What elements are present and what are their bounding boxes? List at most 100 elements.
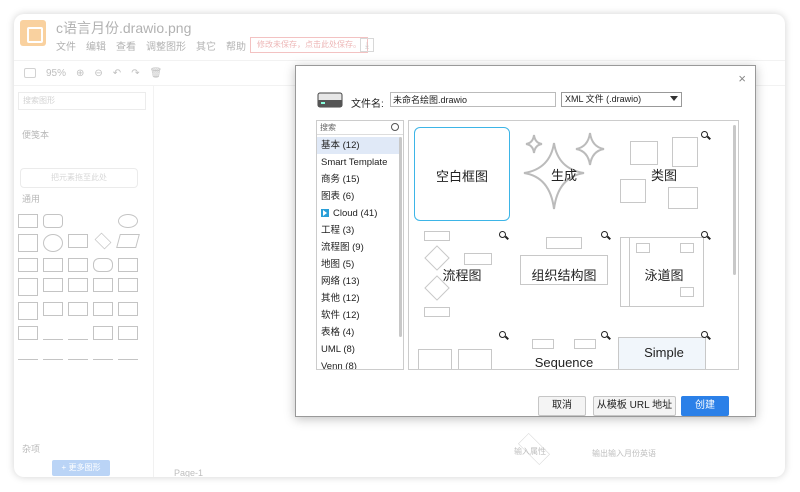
category-search-input[interactable]: 搜索 <box>317 121 403 135</box>
template-sequence[interactable]: Sequence <box>516 327 612 369</box>
category-item-other[interactable]: 其他 (12) <box>317 290 401 307</box>
create-button[interactable]: 创建 <box>681 396 729 416</box>
shape-item[interactable] <box>94 232 112 250</box>
page-tab[interactable]: Page-1 <box>174 468 203 477</box>
download-icon[interactable]: ⤓ <box>360 38 374 52</box>
category-item-smart-template[interactable]: Smart Template <box>317 154 401 171</box>
shape-item[interactable] <box>68 302 88 316</box>
category-item-network[interactable]: 网络 (13) <box>317 273 401 290</box>
shape-item[interactable] <box>68 346 88 360</box>
close-icon[interactable]: × <box>738 71 746 86</box>
shape-item[interactable] <box>43 326 63 340</box>
zoom-out-icon[interactable]: ⊖ <box>94 68 102 79</box>
shape-item[interactable] <box>116 234 140 248</box>
shape-item[interactable] <box>118 278 138 292</box>
shape-item[interactable] <box>43 234 63 252</box>
shape-item[interactable] <box>68 214 88 228</box>
format-select[interactable]: XML 文件 (.drawio) <box>561 92 682 107</box>
menu-help[interactable]: 帮助 <box>226 38 246 53</box>
section-misc[interactable]: 杂项 <box>22 442 40 455</box>
zoom-in-icon[interactable]: ⊕ <box>76 68 84 79</box>
shape-item[interactable] <box>18 326 38 340</box>
shape-item[interactable] <box>68 234 88 248</box>
shape-item[interactable] <box>43 214 63 228</box>
magnifier-icon[interactable] <box>601 231 610 240</box>
shape-item[interactable] <box>118 302 138 316</box>
shape-item[interactable] <box>93 278 113 292</box>
scratchpad-drop-area[interactable]: 把元素拖至此处 <box>20 168 138 188</box>
shape-item[interactable] <box>93 214 113 228</box>
shape-item[interactable] <box>93 326 113 340</box>
shape-item[interactable] <box>118 258 138 272</box>
category-scrollbar[interactable] <box>399 137 402 337</box>
magnifier-icon[interactable] <box>601 331 610 340</box>
more-shapes-button[interactable]: + 更多图形 <box>52 460 110 476</box>
magnifier-icon[interactable] <box>701 131 710 140</box>
category-item-flowchart[interactable]: 流程图 (9) <box>317 239 401 256</box>
delete-icon[interactable]: 🗑 <box>150 68 163 79</box>
shape-item[interactable] <box>118 214 138 228</box>
category-item-maps[interactable]: 地图 (5) <box>317 256 401 273</box>
section-scratchpad[interactable]: 便笺本 <box>22 128 49 141</box>
category-item-uml[interactable]: UML (8) <box>317 341 401 358</box>
category-item-tables[interactable]: 表格 (4) <box>317 324 401 341</box>
shape-item[interactable] <box>93 346 113 360</box>
shape-item[interactable] <box>43 258 63 272</box>
menu-arrange[interactable]: 调整图形 <box>146 38 186 53</box>
menu-edit[interactable]: 编辑 <box>86 38 106 53</box>
shape-item[interactable] <box>18 234 38 252</box>
shape-item[interactable] <box>68 278 88 292</box>
template-org-chart[interactable]: 组织结构图 <box>516 227 612 321</box>
section-general[interactable]: 通用 <box>22 192 40 205</box>
shape-item[interactable] <box>93 258 113 272</box>
document-title[interactable]: c语言月份.drawio.png <box>56 18 191 38</box>
magnifier-icon[interactable] <box>499 231 508 240</box>
template-class-diagram[interactable]: 类图 <box>616 127 712 221</box>
template-simple[interactable]: Simple <box>616 327 712 369</box>
canvas-label[interactable]: 输出输入月份英语 <box>592 448 656 459</box>
panel-toggle-icon[interactable] <box>24 68 36 78</box>
template-blank-diagram[interactable]: 空白框图 <box>414 127 510 221</box>
shape-item[interactable] <box>68 326 88 340</box>
category-item-engineering[interactable]: 工程 (3) <box>317 222 401 239</box>
filename-field[interactable] <box>390 92 556 107</box>
magnifier-icon[interactable] <box>701 231 710 240</box>
shape-item[interactable] <box>18 214 38 228</box>
chevron-down-icon <box>670 96 678 101</box>
cancel-button[interactable]: 取消 <box>538 396 586 416</box>
unsaved-warning[interactable]: 修改未保存，点击此处保存。 <box>250 37 368 53</box>
shape-item[interactable] <box>93 302 113 316</box>
shape-item[interactable] <box>43 278 63 292</box>
canvas-label[interactable]: 输入属性 <box>514 446 546 457</box>
shape-item[interactable] <box>118 326 138 340</box>
template-scrollbar[interactable] <box>733 125 736 275</box>
menu-file[interactable]: 文件 <box>56 38 76 53</box>
shape-item[interactable] <box>18 278 38 296</box>
category-item-cloud[interactable]: Cloud (41) <box>317 205 401 222</box>
shape-item[interactable] <box>18 302 38 320</box>
shape-item[interactable] <box>18 346 38 360</box>
template-swimlane[interactable]: 泳道图 <box>616 227 712 321</box>
template-flowchart[interactable]: 流程图 <box>414 227 510 321</box>
category-item-venn[interactable]: Venn (8) <box>317 358 401 369</box>
shape-item[interactable] <box>18 258 38 272</box>
undo-icon[interactable]: ↶ <box>113 68 121 79</box>
shape-item[interactable] <box>43 346 63 360</box>
shape-search-input[interactable]: 搜索图形 <box>18 92 146 110</box>
category-item-business[interactable]: 商务 (15) <box>317 171 401 188</box>
redo-icon[interactable]: ↷ <box>131 68 139 79</box>
shape-item[interactable] <box>43 302 63 316</box>
shape-item[interactable] <box>118 346 138 360</box>
category-item-basic[interactable]: 基本 (12) <box>317 137 401 154</box>
shape-item[interactable] <box>68 258 88 272</box>
from-template-url-button[interactable]: 从模板 URL 地址 <box>593 396 676 416</box>
menu-extras[interactable]: 其它 <box>196 38 216 53</box>
category-item-charts[interactable]: 图表 (6) <box>317 188 401 205</box>
magnifier-icon[interactable] <box>499 331 508 340</box>
template-generate[interactable]: 生成 <box>516 127 612 221</box>
category-item-software[interactable]: 软件 (12) <box>317 307 401 324</box>
menu-view[interactable]: 查看 <box>116 38 136 53</box>
magnifier-icon[interactable] <box>701 331 710 340</box>
zoom-level[interactable]: 95% <box>46 68 66 79</box>
template-item[interactable] <box>414 327 510 369</box>
